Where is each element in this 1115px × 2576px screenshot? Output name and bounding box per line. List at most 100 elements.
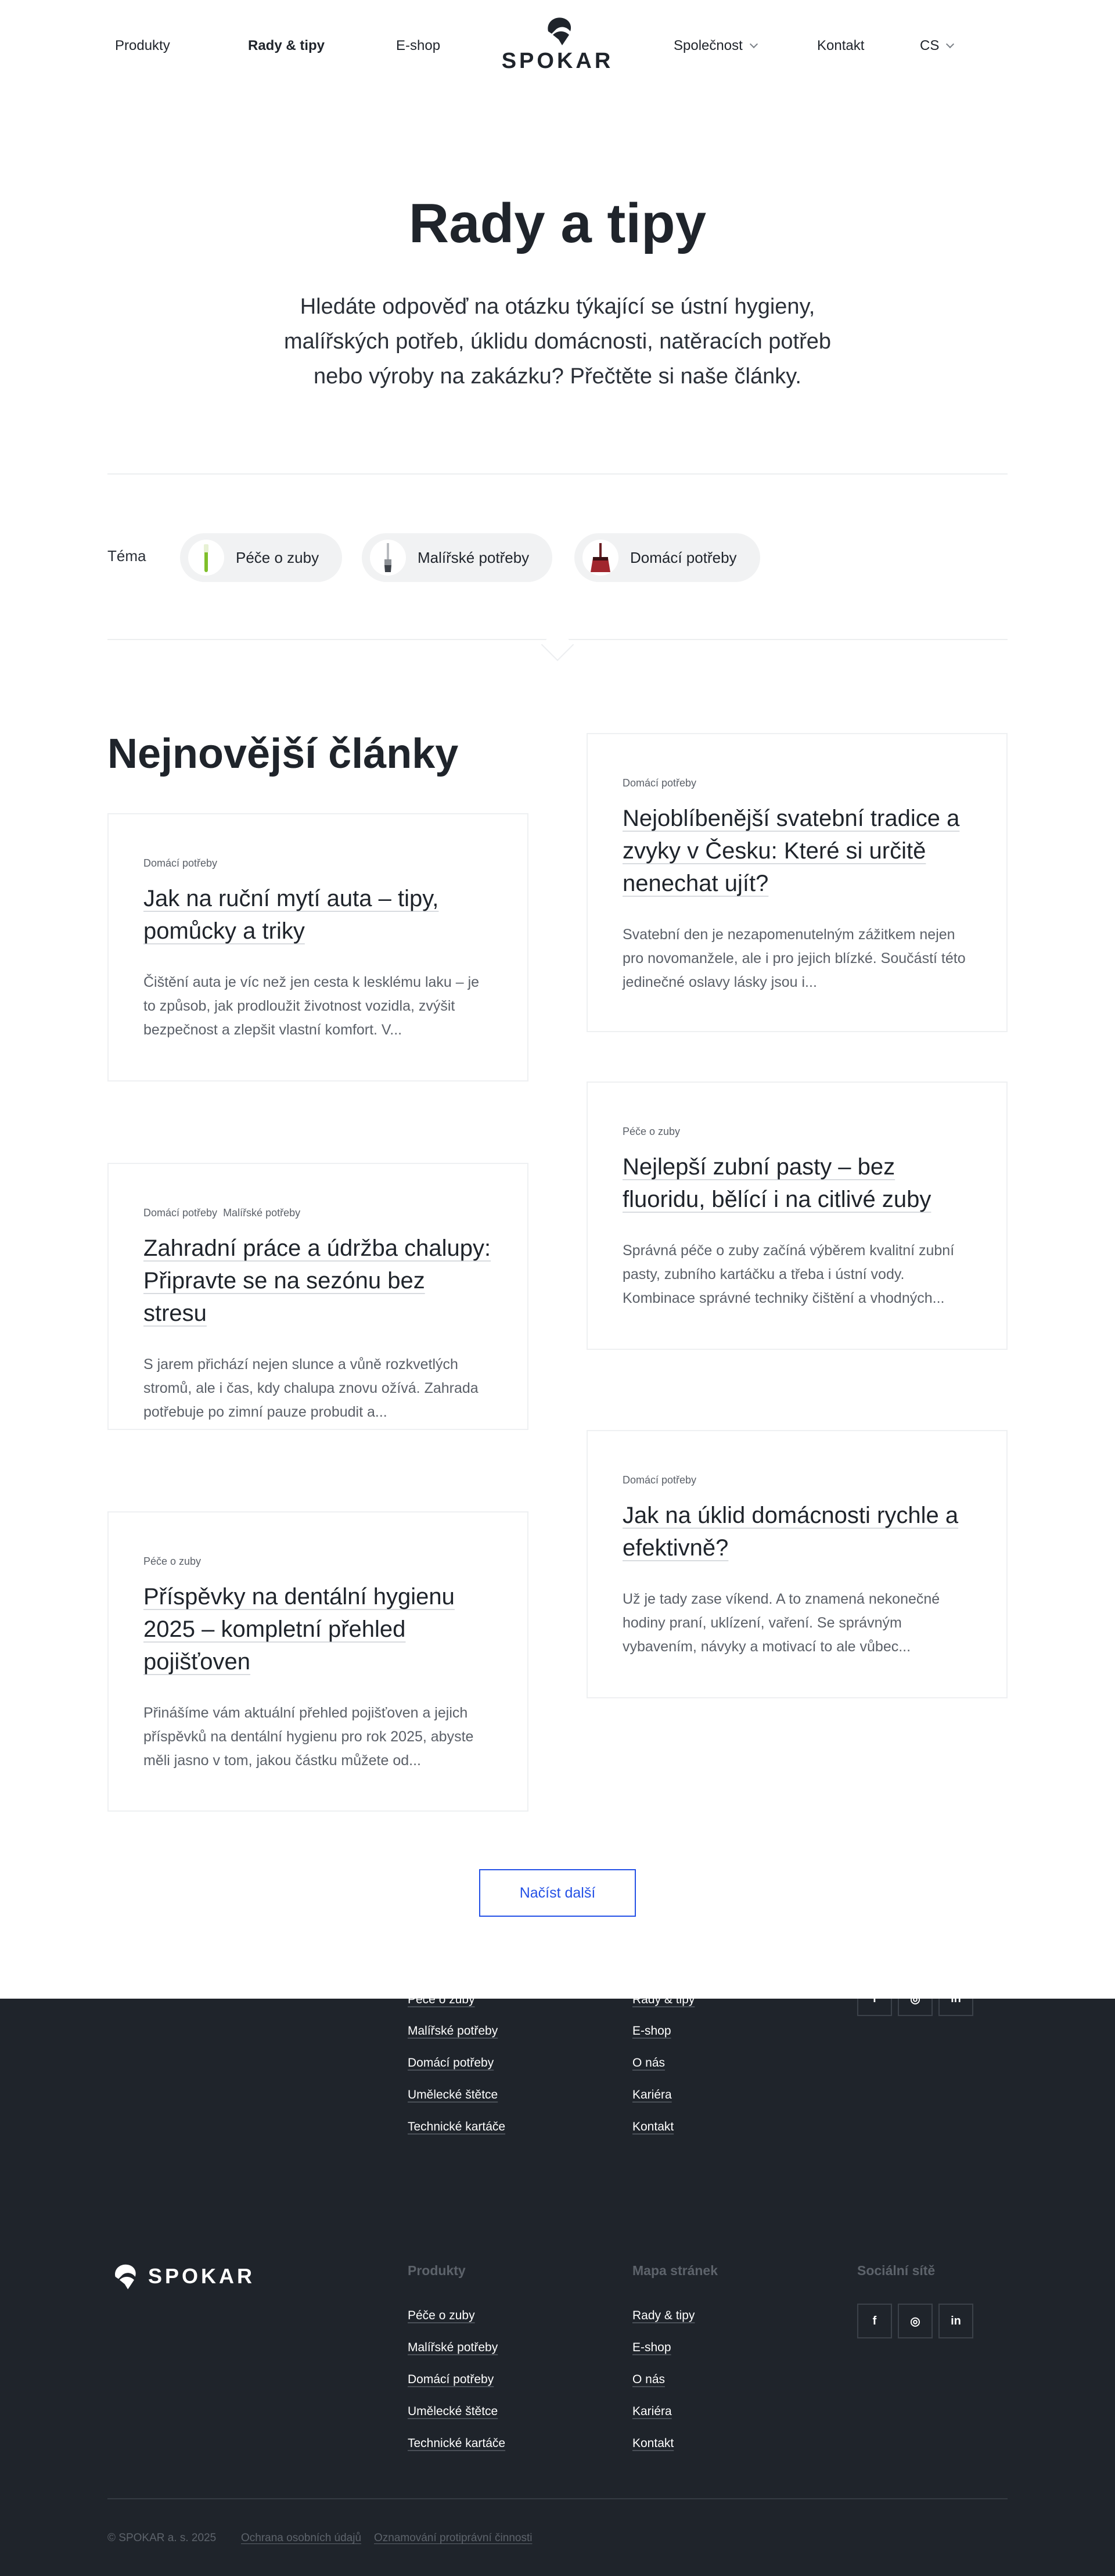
nav-produkty[interactable]: Produkty: [115, 36, 170, 56]
footer-link[interactable]: Kariéra: [632, 2088, 672, 2102]
linkedin-icon[interactable]: in: [938, 1999, 973, 2016]
article-tag: Malířské potřeby: [223, 1207, 301, 1219]
footer-link[interactable]: Malířské potřeby: [408, 2341, 498, 2355]
article-card[interactable]: Péče o zuby Příspěvky na dentální hygien…: [107, 1511, 528, 1812]
article-excerpt: Správná péče o zuby začíná výběrem kvali…: [623, 1242, 955, 1306]
article-tag: Péče o zuby: [143, 1555, 202, 1567]
load-more-button[interactable]: Načíst další: [479, 1869, 636, 1917]
footer-link[interactable]: Technické kartáče: [408, 2437, 505, 2451]
divider: [107, 473, 1008, 475]
footer-logo[interactable]: SPOKAR: [107, 2261, 255, 2291]
article-tags: Domácí potřeby Malířské potřeby: [143, 1207, 492, 1219]
footer-link[interactable]: Péče o zuby: [408, 2309, 475, 2323]
page-intro: Hledáte odpověď na otázku týkající se ús…: [267, 289, 848, 394]
language-label: CS: [920, 38, 940, 53]
footer-link[interactable]: Kariéra: [632, 2405, 672, 2419]
site-header: Produkty Rady & tipy E-shop SPOKAR Spole…: [0, 0, 1115, 93]
topic-chip-label: Péče o zuby: [236, 548, 319, 566]
footer-social-title: Sociální sítě: [857, 2263, 936, 2278]
footer-divider: [107, 2498, 1008, 2499]
article-title[interactable]: Jak na úklid domácnosti rychle a efektiv…: [623, 1499, 972, 1564]
article-card[interactable]: Domácí potřeby Malířské potřeby Zahradní …: [107, 1163, 528, 1430]
article-title[interactable]: Nejlepší zubní pasty – bez fluoridu, běl…: [623, 1151, 972, 1216]
instagram-icon[interactable]: ◎: [898, 2304, 933, 2338]
brand-logo[interactable]: SPOKAR: [497, 14, 618, 78]
nav-spolecnost-label: Společnost: [674, 38, 743, 53]
article-excerpt: Svatební den je nezapomenutelným zážitke…: [623, 926, 966, 990]
footer-link[interactable]: Rady & tipy: [632, 2309, 695, 2323]
article-excerpt: Čištění auta je víc než jen cesta k lesk…: [143, 974, 480, 1038]
privacy-link[interactable]: Ochrana osobních údajů: [241, 2532, 361, 2545]
footer-link[interactable]: Rady & tipy: [632, 1999, 695, 2007]
footer-link[interactable]: O nás: [632, 2373, 665, 2387]
paintbrush-icon: [370, 540, 406, 576]
footer-products-title: Produkty: [408, 2263, 466, 2278]
article-tag: Domácí potřeby: [623, 1474, 697, 1486]
article-tag: Domácí potřeby: [143, 857, 218, 869]
facebook-icon[interactable]: f: [857, 2304, 892, 2338]
footer-link[interactable]: Umělecké štětce: [408, 2088, 498, 2102]
footer-link[interactable]: Umělecké štětce: [408, 2405, 498, 2419]
logo-mark-icon: [548, 17, 571, 45]
footer-link[interactable]: Kontakt: [632, 2437, 674, 2451]
footer-link[interactable]: Domácí potřeby: [408, 2373, 494, 2387]
footer-link[interactable]: Malířské potřeby: [408, 2024, 498, 2038]
page-intro-line: Hledáte odpověď na otázku týkající se ús…: [300, 294, 815, 319]
topic-filter-label: Téma: [107, 547, 146, 565]
article-excerpt: Přinášíme vám aktuální přehled pojišťove…: [143, 1705, 474, 1769]
nav-spolecnost[interactable]: Společnost: [674, 36, 758, 56]
article-tag: Domácí potřeby: [143, 1207, 218, 1219]
article-tags: Domácí potřeby: [623, 777, 972, 789]
article-card[interactable]: Domácí potřeby Nejoblíbenější svatební t…: [587, 733, 1008, 1032]
footer-sitemap-title: Mapa stránek: [632, 2263, 718, 2278]
divider-notch: [541, 628, 574, 662]
article-title[interactable]: Nejoblíbenější svatební tradice a zvyky …: [623, 802, 972, 900]
topic-chip-label: Malířské potřeby: [418, 548, 530, 566]
page-title: Rady a tipy: [408, 192, 707, 254]
topic-chip-domaci-potreby[interactable]: Domácí potřeby: [574, 533, 760, 582]
footer-link[interactable]: E-shop: [632, 2341, 671, 2355]
whistleblowing-link[interactable]: Oznamování protiprávní činnosti: [374, 2532, 532, 2545]
site-footer: Péče o zuby Malířské potřeby Domácí potř…: [0, 1999, 1115, 2576]
article-excerpt: S jarem přichází nejen slunce a vůně roz…: [143, 1356, 479, 1420]
chevron-down-icon: [749, 39, 758, 49]
language-switcher[interactable]: CS: [920, 36, 955, 56]
footer-link[interactable]: Domácí potřeby: [408, 2056, 494, 2070]
copyright: © SPOKAR a. s. 2025: [107, 2532, 217, 2544]
article-tag: Péče o zuby: [623, 1126, 681, 1137]
article-tag: Domácí potřeby: [623, 777, 697, 789]
article-title[interactable]: Jak na ruční mytí auta – tipy, pomůcky a…: [143, 882, 492, 947]
article-tags: Péče o zuby: [143, 1555, 492, 1568]
facebook-icon[interactable]: f: [857, 1999, 892, 2016]
topic-chip-label: Domácí potřeby: [630, 548, 737, 566]
article-title[interactable]: Příspěvky na dentální hygienu 2025 – kom…: [143, 1580, 492, 1678]
broom-icon: [582, 540, 618, 576]
footer-link[interactable]: E-shop: [632, 2024, 671, 2038]
nav-rady-tipy[interactable]: Rady & tipy: [248, 36, 325, 56]
brand-name: SPOKAR: [501, 49, 614, 73]
articles-title: Nejnovější články: [107, 731, 459, 777]
nav-eshop[interactable]: E-shop: [396, 36, 440, 56]
linkedin-icon[interactable]: in: [938, 2304, 973, 2338]
topic-chip-malirske-potreby[interactable]: Malířské potřeby: [362, 533, 553, 582]
footer-link[interactable]: Péče o zuby: [408, 1999, 475, 2007]
article-card[interactable]: Péče o zuby Nejlepší zubní pasty – bez f…: [587, 1082, 1008, 1350]
page-intro-line: nebo výroby na zakázku? Přečtěte si naše…: [314, 364, 801, 389]
page-intro-line: malířských potřeb, úklidu domácnosti, na…: [283, 329, 832, 354]
topic-chip-pece-o-zuby[interactable]: Péče o zuby: [180, 533, 343, 582]
article-card[interactable]: Domácí potřeby Jak na úklid domácnosti r…: [587, 1430, 1008, 1698]
footer-link[interactable]: O nás: [632, 2056, 665, 2070]
chevron-down-icon: [946, 39, 955, 49]
toothbrush-icon: [188, 540, 224, 576]
article-tags: Péče o zuby: [623, 1126, 972, 1138]
article-title[interactable]: Zahradní práce a údržba chalupy: Připrav…: [143, 1232, 492, 1330]
logo-mark-icon: [115, 2264, 136, 2290]
article-tags: Domácí potřeby: [623, 1474, 972, 1486]
footer-brand-name: SPOKAR: [148, 2264, 256, 2288]
article-excerpt: Už je tady zase víkend. A to znamená nek…: [623, 1591, 940, 1655]
nav-kontakt[interactable]: Kontakt: [817, 36, 864, 56]
footer-link[interactable]: Kontakt: [632, 2120, 674, 2134]
instagram-icon[interactable]: ◎: [898, 1999, 933, 2016]
article-card[interactable]: Domácí potřeby Jak na ruční mytí auta – …: [107, 813, 528, 1082]
footer-link[interactable]: Technické kartáče: [408, 2120, 505, 2134]
